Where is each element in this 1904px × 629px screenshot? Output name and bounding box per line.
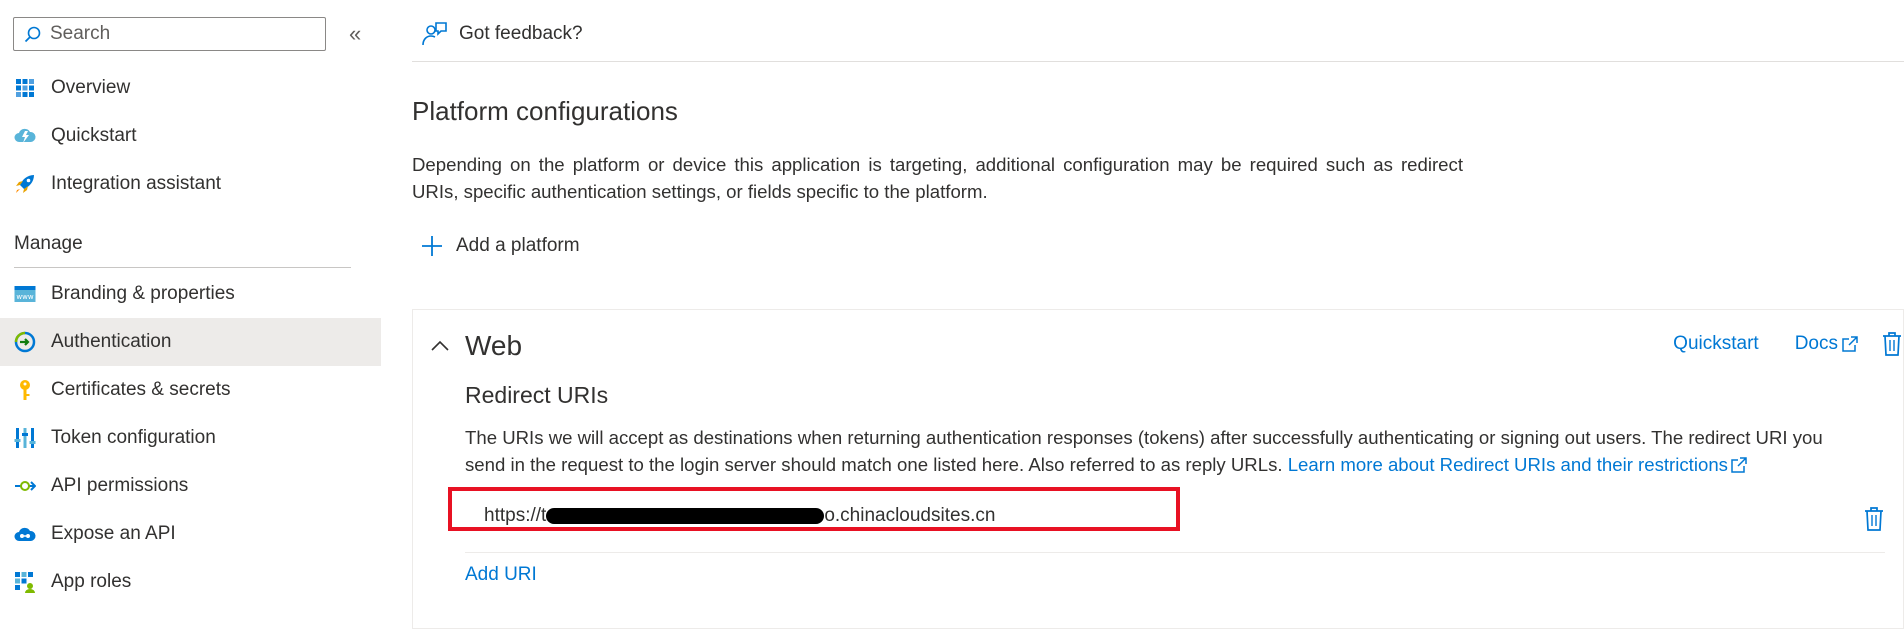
sidebar-item-label: Certificates & secrets [51, 379, 231, 400]
sidebar-item-label: Integration assistant [51, 173, 222, 194]
docs-link-label: Docs [1794, 333, 1838, 354]
delete-uri-button[interactable] [1863, 506, 1885, 537]
page-description: Depending on the platform or device this… [412, 154, 1463, 202]
sidebar-item-authentication[interactable]: Authentication [0, 318, 381, 366]
redirect-learn-more-link[interactable]: Learn more about Redirect URIs and their… [1288, 454, 1748, 475]
sidebar-item-label: Expose an API [51, 523, 176, 544]
docs-link[interactable]: Docs [1795, 333, 1859, 355]
delete-platform-button[interactable] [1881, 331, 1903, 357]
sidebar-item-app-roles[interactable]: App roles [0, 558, 381, 606]
web-card-toggle[interactable]: Web [431, 324, 522, 368]
section-divider [14, 267, 351, 268]
redirect-learn-more-label: Learn more about Redirect URIs and their… [1287, 454, 1728, 475]
sidebar-item-label: Token configuration [51, 427, 216, 448]
search-input[interactable] [48, 22, 312, 46]
add-uri-link[interactable]: Add URI [465, 564, 537, 586]
token-bars-icon [14, 427, 36, 449]
chevron-up-icon [431, 340, 449, 351]
red-highlight-annotation [448, 487, 1180, 531]
card-actions: Quickstart Docs [1673, 322, 1903, 366]
cloud-lightning-icon [14, 125, 36, 147]
sidebar-item-certificates-secrets[interactable]: Certificates & secrets [0, 366, 381, 414]
web-platform-card: Web Quickstart Docs Redirect URIs The UR… [412, 309, 1904, 629]
external-link-icon [1731, 457, 1747, 473]
collapse-sidebar-icon[interactable]: « [349, 22, 369, 46]
sidebar-item-token-configuration[interactable]: Token configuration [0, 414, 381, 462]
sidebar-item-label: Authentication [51, 331, 172, 352]
sidebar-item-label: Overview [51, 77, 131, 98]
add-platform-button[interactable]: Add a platform [421, 229, 580, 263]
trash-icon [1883, 332, 1901, 356]
left-nav-sidebar: « Overview Quickstart [0, 0, 381, 618]
external-link-icon [1842, 336, 1858, 352]
redirect-uri-row: https://t o.chinacloudsites.cn [448, 487, 1885, 553]
sidebar-item-label: Branding & properties [51, 283, 235, 304]
sidebar-item-quickstart[interactable]: Quickstart [0, 112, 381, 160]
search-box[interactable] [13, 17, 326, 51]
manage-section-header: Manage [14, 233, 83, 254]
api-arrow-icon [14, 475, 36, 497]
sidebar-item-label: Quickstart [51, 125, 137, 146]
feedback-label: Got feedback? [459, 23, 583, 44]
quickstart-link[interactable]: Quickstart [1673, 333, 1759, 355]
feedback-icon [422, 22, 447, 46]
sidebar-item-api-permissions[interactable]: API permissions [0, 462, 381, 510]
page-title: Platform configurations [412, 96, 678, 126]
app-roles-icon [14, 571, 36, 593]
redirect-uris-description: The URIs we will accept as destinations … [465, 424, 1865, 478]
sidebar-item-expose-an-api[interactable]: Expose an API [0, 510, 381, 558]
sidebar-item-label: App roles [51, 571, 132, 592]
command-bar-divider [412, 61, 1904, 62]
main-content: Got feedback? Platform configurations De… [381, 0, 1904, 629]
www-icon: www [14, 283, 36, 305]
add-platform-label: Add a platform [456, 235, 580, 256]
key-icon [14, 379, 36, 401]
auth-arrow-icon [14, 331, 36, 353]
grid-icon [14, 77, 36, 99]
got-feedback-button[interactable]: Got feedback? [421, 15, 583, 53]
sidebar-item-overview[interactable]: Overview [0, 64, 381, 112]
sidebar-item-integration-assistant[interactable]: Integration assistant [0, 160, 381, 208]
sidebar-item-branding-properties[interactable]: www Branding & properties [0, 270, 381, 318]
svg-text:www: www [16, 293, 33, 301]
trash-icon [1865, 507, 1883, 531]
web-card-title: Web [465, 330, 523, 361]
redirect-uris-title: Redirect URIs [465, 382, 609, 408]
cloud-api-icon [14, 523, 36, 545]
rocket-icon [14, 173, 36, 195]
sidebar-item-label: API permissions [51, 475, 189, 496]
search-icon [24, 26, 41, 42]
plus-icon [422, 236, 442, 256]
